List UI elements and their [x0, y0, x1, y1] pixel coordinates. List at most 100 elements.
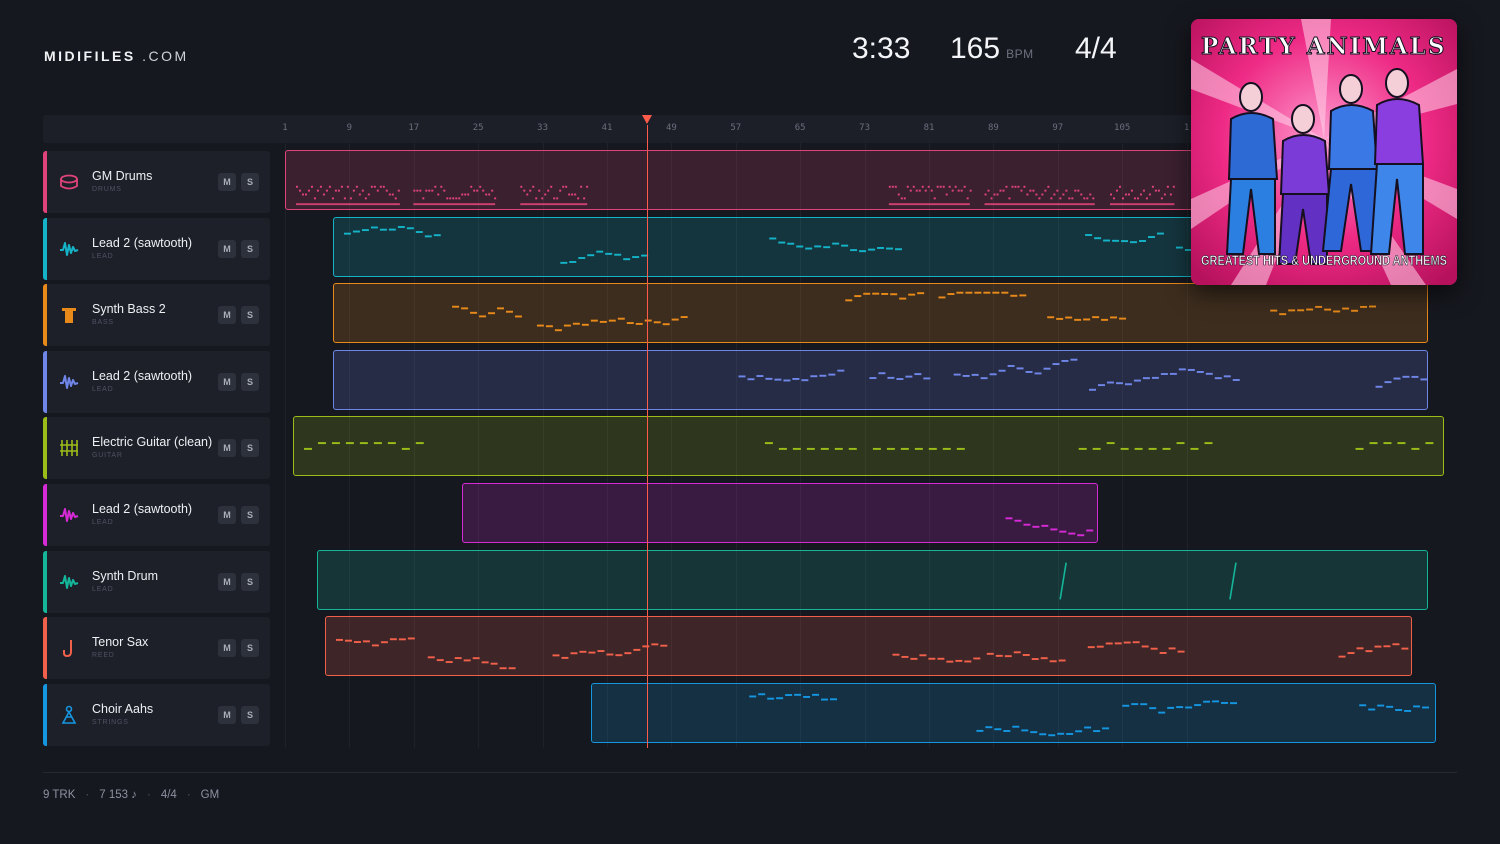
track-name[interactable]: Lead 2 (sawtooth)	[92, 369, 192, 383]
midi-region[interactable]	[293, 416, 1445, 477]
ruler-tick: 41	[601, 123, 613, 133]
solo-button[interactable]: S	[241, 572, 259, 591]
track-header[interactable]: Electric Guitar (clean) GUITAR M S	[43, 417, 270, 480]
track-name[interactable]: Tenor Sax	[92, 635, 148, 649]
mute-button[interactable]: M	[218, 239, 236, 258]
separator: ·	[85, 789, 90, 801]
note-pattern	[452, 291, 1377, 332]
drum-icon	[60, 174, 78, 190]
midi-region[interactable]	[333, 216, 1276, 277]
ruler-tick: 9	[346, 123, 353, 133]
track-category: DRUMS	[92, 186, 122, 193]
ruler-tick: 81	[923, 123, 935, 133]
separator: ·	[186, 789, 191, 801]
time-signature-readout: 4/4	[1075, 32, 1117, 65]
playhead-handle[interactable]	[642, 115, 653, 124]
ruler-tick: 49	[665, 123, 677, 133]
mute-button[interactable]: M	[218, 306, 236, 325]
wave-icon	[60, 574, 79, 589]
track-category: LEAD	[92, 585, 114, 593]
album-cover: PARTY ANIMALS GREATEST HITS & UNDERGROUN…	[1191, 19, 1457, 285]
note-pattern	[1005, 517, 1094, 537]
brand-name: MIDIFILES	[44, 48, 136, 64]
mute-button[interactable]: M	[218, 506, 236, 524]
track-header[interactable]: Synth Bass 2 BASS M S	[43, 284, 270, 347]
midi-region[interactable]	[462, 483, 1099, 543]
mute-button[interactable]: M	[218, 705, 236, 724]
track-name[interactable]: Electric Guitar (clean)	[92, 435, 212, 449]
track-name[interactable]: GM Drums	[92, 169, 152, 183]
track-header[interactable]: Tenor Sax REED M S	[43, 617, 270, 680]
solo-button[interactable]: S	[241, 639, 259, 658]
wave-icon	[60, 241, 79, 256]
solo-button[interactable]: S	[241, 506, 259, 524]
cover-title: PARTY ANIMALS	[1201, 33, 1446, 60]
track-header[interactable]: Lead 2 (sawtooth) LEAD M S	[43, 350, 270, 413]
track-header[interactable]: Lead 2 (sawtooth) LEAD M S	[43, 484, 270, 546]
track-name[interactable]: Lead 2 (sawtooth)	[92, 502, 192, 516]
mute-button[interactable]: M	[218, 439, 236, 458]
track-category: LEAD	[92, 385, 114, 393]
track-header[interactable]: Lead 2 (sawtooth) LEAD M S	[43, 217, 270, 280]
ruler-tick: 57	[730, 123, 742, 133]
midi-standard: GM	[200, 789, 220, 801]
mute-button[interactable]: M	[218, 572, 236, 591]
duration-readout: 3:33	[852, 32, 911, 65]
playhead[interactable]	[647, 125, 649, 748]
track-color-bar	[43, 683, 47, 746]
track-header[interactable]: Choir Aahs STRINGS M S	[43, 683, 270, 746]
track-name[interactable]: Lead 2 (sawtooth)	[92, 236, 192, 250]
track-color-bar	[43, 151, 47, 213]
mute-button[interactable]: M	[218, 173, 236, 191]
footer-meter: 4/4	[160, 789, 177, 801]
track-header[interactable]: GM Drums DRUMS M S	[43, 151, 270, 213]
note-pattern	[295, 185, 1270, 206]
solo-button[interactable]: S	[241, 705, 259, 724]
solo-button[interactable]: S	[241, 173, 259, 191]
track-category: GUITAR	[92, 452, 123, 460]
track-color-bar	[43, 284, 47, 347]
midi-region[interactable]	[317, 549, 1429, 610]
tempo-readout: 165 BPM	[950, 32, 1034, 66]
bass-icon	[62, 308, 76, 324]
ruler-tick: 89	[987, 123, 999, 133]
note-pattern	[336, 637, 1409, 670]
note-pattern	[1059, 562, 1237, 600]
ruler-tick: 17	[408, 123, 420, 133]
mute-button[interactable]: M	[218, 372, 236, 391]
ruler-tick: 33	[537, 123, 549, 133]
track-name[interactable]: Synth Drum	[92, 569, 158, 583]
track-color-bar	[43, 350, 47, 413]
midi-region[interactable]	[333, 349, 1429, 410]
tempo-unit: BPM	[1006, 47, 1034, 61]
midi-region[interactable]	[590, 682, 1437, 743]
solo-button[interactable]: S	[241, 239, 259, 258]
track-category: BASS	[92, 319, 114, 327]
solo-button[interactable]: S	[241, 372, 259, 391]
ruler-tick: 1	[1183, 123, 1190, 133]
track-header[interactable]: Synth Drum LEAD M S	[43, 550, 270, 613]
track-name[interactable]: Synth Bass 2	[92, 302, 166, 316]
track-name[interactable]: Choir Aahs	[92, 702, 153, 716]
cover-subtitle: GREATEST HITS & UNDERGROUND ANTHEMS	[1201, 253, 1447, 268]
separator: ·	[146, 789, 151, 801]
track-count: 9 TRK	[43, 789, 76, 801]
note-pattern	[749, 693, 1429, 736]
track-color-bar	[43, 484, 47, 546]
midi-region[interactable]	[333, 283, 1429, 344]
track-category: LEAD	[92, 519, 114, 526]
ruler-tick: 105	[1114, 123, 1131, 133]
midi-region[interactable]	[285, 150, 1276, 210]
midi-region[interactable]	[325, 616, 1412, 677]
footer-divider	[43, 772, 1457, 773]
solo-button[interactable]: S	[241, 306, 259, 325]
guitar-icon	[60, 440, 78, 457]
solo-button[interactable]: S	[241, 439, 259, 458]
sax-icon	[63, 640, 72, 658]
tempo-value: 165	[950, 32, 1001, 65]
note-pattern	[738, 358, 1428, 391]
track-category: REED	[92, 652, 115, 660]
track-color-bar	[43, 550, 47, 613]
mute-button[interactable]: M	[218, 639, 236, 658]
note-count: 7 153 ♪	[99, 789, 137, 801]
